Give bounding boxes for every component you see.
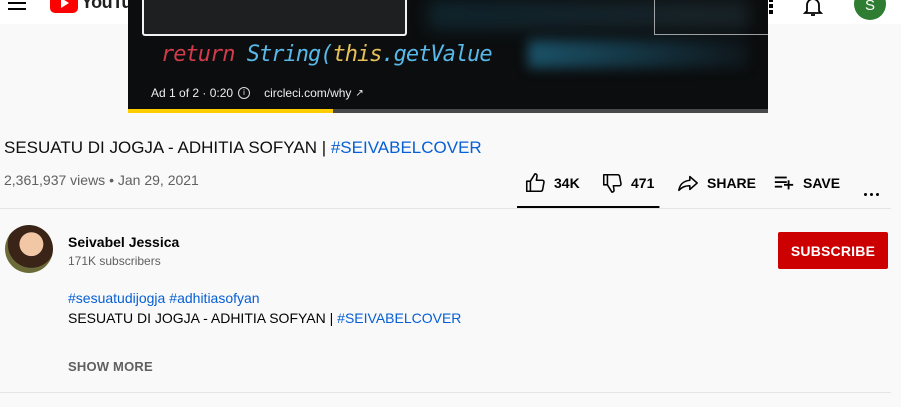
channel-avatar[interactable]: [5, 225, 53, 273]
meta-separator: •: [109, 172, 118, 188]
hashtag-link[interactable]: #sesuatudijogja: [68, 290, 165, 306]
hashtag-link[interactable]: #adhitiasofyan: [169, 290, 259, 306]
video-title: SESUATU DI JOGJA - ADHITIA SOFYAN | #SEI…: [4, 138, 482, 157]
description-hashtags: #sesuatudijogja #adhitiasofyan: [68, 290, 264, 306]
like-count: 34K: [554, 175, 580, 191]
description-hashtag-link[interactable]: #SEIVABELCOVER: [337, 310, 461, 326]
youtube-play-icon: [50, 0, 78, 13]
view-count: 2,361,937 views: [4, 172, 106, 188]
code-blur-background: [528, 40, 748, 68]
ad-url-link[interactable]: circleci.com/why: [264, 86, 351, 100]
external-link-icon[interactable]: ↗: [355, 88, 363, 99]
divider: [0, 208, 891, 209]
share-button[interactable]: SHARE: [677, 171, 756, 195]
dislike-count: 471: [631, 175, 655, 191]
channel-name[interactable]: Seivabel Jessica: [68, 234, 179, 250]
share-arrow-icon: [678, 175, 698, 192]
ad-overlay-box: [654, 0, 768, 35]
more-actions-icon[interactable]: [864, 183, 882, 201]
dislike-button[interactable]: 471: [601, 171, 654, 195]
ad-label: Ad 1 of 2 · 0:20: [151, 86, 234, 100]
divider: [0, 392, 891, 393]
title-hashtag-link[interactable]: #SEIVABELCOVER: [331, 138, 482, 157]
subscribe-button[interactable]: SUBSCRIBE: [778, 232, 888, 269]
subscriber-count: 171K subscribers: [68, 254, 161, 268]
info-icon[interactable]: i: [238, 87, 251, 99]
save-label: SAVE: [803, 175, 841, 191]
menu-icon[interactable]: [8, 0, 26, 10]
like-button[interactable]: 34K: [524, 171, 580, 195]
video-meta: 2,361,937 views • Jan 29, 2021: [4, 172, 199, 188]
ad-progress-fill: [128, 109, 333, 113]
share-label: SHARE: [707, 175, 757, 191]
save-button[interactable]: SAVE: [773, 171, 840, 195]
upload-date: Jan 29, 2021: [117, 172, 199, 188]
thumbs-up-icon: [525, 173, 545, 193]
notifications-bell-icon[interactable]: [801, 0, 825, 18]
playlist-add-icon: [774, 176, 794, 190]
ad-overlay-box: [142, 0, 407, 36]
ad-code-text: return String(this.getValue: [161, 42, 493, 67]
thumbs-down-icon: [602, 173, 622, 193]
description-text: SESUATU DI JOGJA - ADHITIA SOFYAN | #SEI…: [68, 310, 462, 326]
account-avatar[interactable]: S: [854, 0, 886, 20]
show-more-button[interactable]: SHOW MORE: [68, 359, 153, 374]
ad-info-bar: Ad 1 of 2 · 0:20 i circleci.com/why ↗: [151, 86, 364, 100]
video-player[interactable]: return String(this.getValue Ad 1 of 2 · …: [128, 0, 768, 113]
ad-progress-bar[interactable]: [128, 109, 768, 113]
